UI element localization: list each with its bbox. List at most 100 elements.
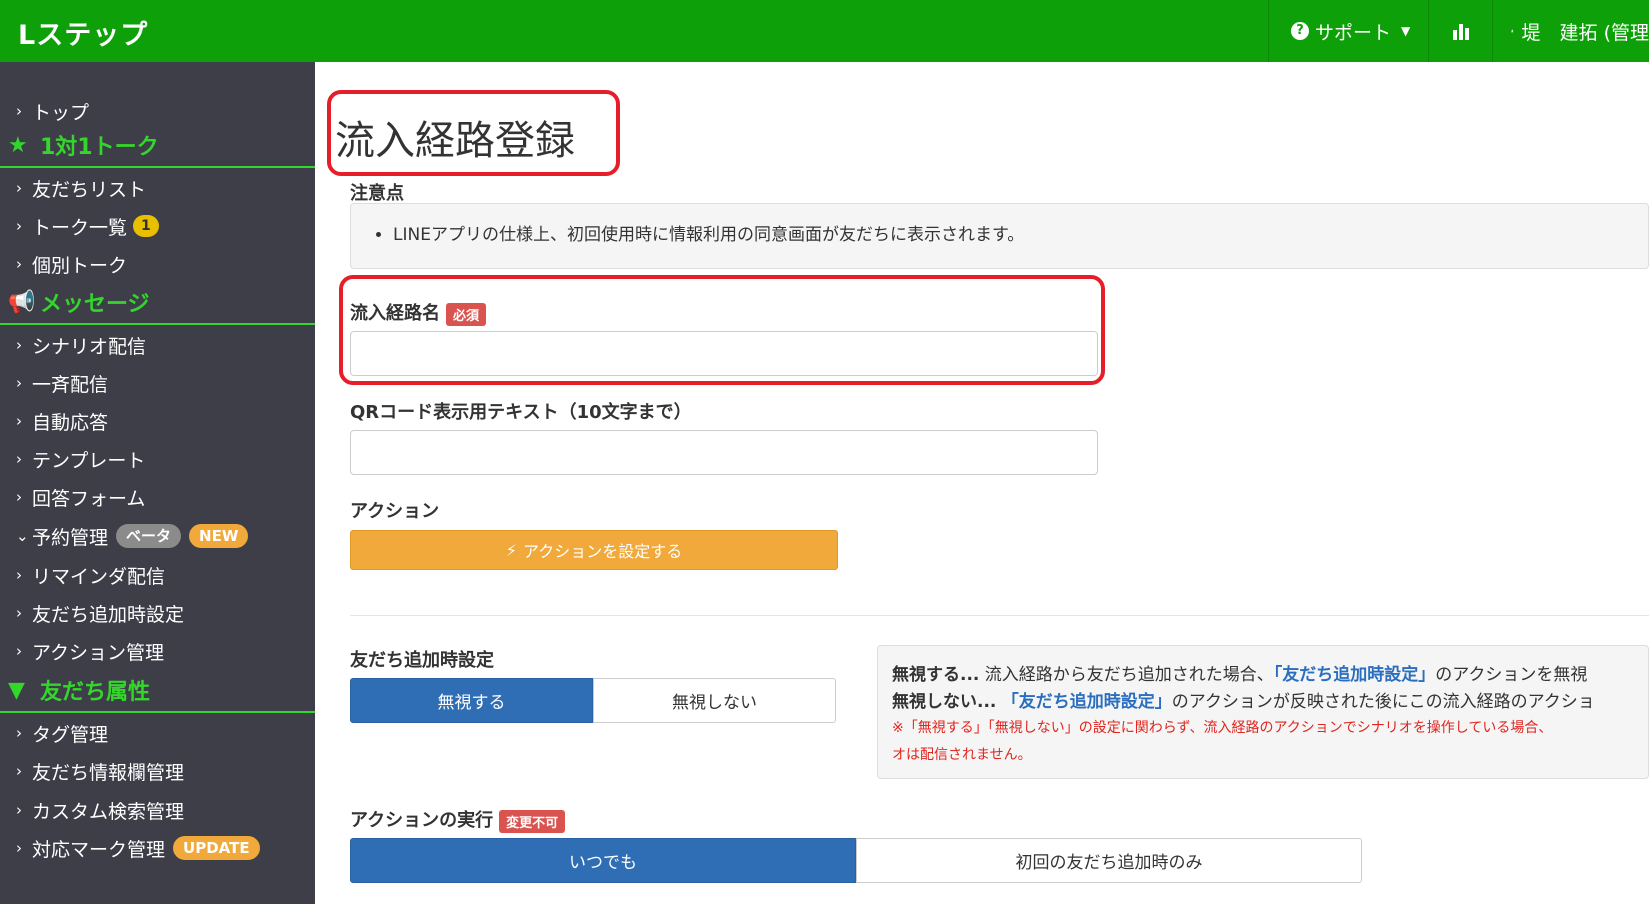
sidebar-item-action-mgmt[interactable]: › アクション管理 [16, 636, 164, 666]
user-name: 堤 建拓 (管理 [1521, 21, 1649, 44]
sidebar-item-label: タグ管理 [32, 723, 109, 746]
sidebar-item-friend-info-mgmt[interactable]: › 友だち情報欄管理 [16, 756, 184, 786]
sidebar-item-label: 友だち追加時設定 [32, 603, 185, 626]
chevron-right-icon: › [16, 801, 22, 819]
chevron-down-icon: ⌄ [16, 527, 29, 545]
qr-text-input[interactable] [350, 430, 1098, 475]
qr-text-label: QRコード表示用テキスト（10文字まで） [350, 402, 692, 423]
star-icon: ★ [8, 132, 28, 158]
sidebar-item-label: カスタム検索管理 [32, 800, 185, 823]
exec-first-only-toggle[interactable]: 初回の友だち追加時のみ [856, 838, 1362, 883]
sidebar-item-label: 個別トーク [32, 254, 128, 277]
sidebar-item-tag-mgmt[interactable]: › タグ管理 [16, 718, 108, 748]
question-icon: ? [1291, 22, 1309, 40]
sidebar-item-reservation[interactable]: ⌄ 予約管理 ベータ NEW [16, 521, 249, 551]
sidebar-section-label: 1対1トーク [40, 135, 159, 160]
stats-button[interactable] [1428, 0, 1492, 62]
sidebar-item-custom-search[interactable]: › カスタム検索管理 [16, 795, 184, 825]
unread-count-badge: 1 [133, 215, 159, 237]
chevron-right-icon: › [16, 566, 22, 584]
sidebar-item-label: 自動応答 [32, 411, 109, 434]
immutable-badge: 変更不可 [499, 809, 566, 833]
sidebar-section-talk: ★ 1対1トーク [0, 124, 315, 168]
chevron-right-icon: › [16, 604, 22, 622]
info-line-not-ignore: 無視しない... 「友だち追加時設定」のアクションが反映された後にこの流入経路の… [892, 687, 1595, 712]
caret-down-icon: ▼ [1401, 24, 1411, 38]
friend-add-settings-link[interactable]: 「友だち追加時設定」 [1274, 665, 1436, 685]
chevron-right-icon: › [16, 255, 22, 273]
sidebar-item-scenario[interactable]: › シナリオ配信 [16, 330, 146, 360]
chevron-right-icon: › [16, 450, 22, 468]
action-label: アクション [350, 501, 440, 522]
info-line-ignore: 無視する... 流入経路から友だち追加された場合、「友だち追加時設定」のアクショ… [892, 660, 1587, 685]
chevron-right-icon: › [16, 642, 22, 660]
info-text: 流入経路から友だち追加された場合、 [979, 665, 1274, 685]
route-name-label-text: 流入経路名 [350, 303, 440, 324]
sidebar-item-label: テンプレート [32, 449, 146, 472]
chevron-right-icon: › [16, 488, 22, 506]
sidebar-section-message: 📢 メッセージ [0, 281, 315, 325]
route-name-input[interactable] [350, 331, 1098, 376]
sidebar-item-broadcast[interactable]: › 一斉配信 [16, 368, 108, 398]
sidebar-item-reminder[interactable]: › リマインダ配信 [16, 560, 165, 590]
beta-badge: ベータ [116, 524, 182, 548]
sidebar-item-form[interactable]: › 回答フォーム [16, 482, 145, 512]
new-badge: NEW [189, 524, 249, 548]
chevron-right-icon: › [16, 102, 22, 120]
sidebar-item-label: 回答フォーム [32, 487, 146, 510]
update-badge: UPDATE [173, 836, 260, 860]
chevron-right-icon: › [16, 217, 22, 235]
chevron-right-icon: › [16, 336, 22, 354]
bolt-icon: ⚡ [505, 540, 518, 560]
info-head: 無視する... [892, 665, 980, 685]
sidebar-item-label: 友だち情報欄管理 [32, 761, 185, 784]
ignore-on-toggle[interactable]: 無視する [350, 678, 593, 723]
info-note-2: オは配信されません。 [892, 747, 1032, 763]
user-icon [1511, 29, 1514, 33]
sidebar-section-attributes: ▼ 友だち属性 [0, 669, 315, 713]
action-exec-label-text: アクションの実行 [350, 810, 494, 831]
support-menu[interactable]: ? サポート ▼ [1268, 0, 1428, 62]
sidebar-item-top[interactable]: › トップ [16, 96, 89, 126]
chevron-right-icon: › [16, 374, 22, 392]
sidebar-item-template[interactable]: › テンプレート [16, 444, 145, 474]
chevron-right-icon: › [16, 412, 22, 430]
megaphone-icon: 📢 [8, 289, 36, 315]
sidebar-item-label: 対応マーク管理 [32, 838, 166, 861]
sidebar-item-friends-list[interactable]: › 友だちリスト [16, 173, 146, 203]
sidebar-item-individual-talk[interactable]: › 個別トーク [16, 249, 127, 279]
sidebar-item-talk-list[interactable]: › トーク一覧 1 [16, 211, 159, 241]
sidebar-item-mark-mgmt[interactable]: › 対応マーク管理 UPDATE [16, 833, 260, 863]
bar-chart-icon [1452, 24, 1469, 40]
sidebar-item-label: 友だちリスト [32, 178, 147, 201]
sidebar-item-label: アクション管理 [32, 641, 165, 664]
chevron-right-icon: › [16, 724, 22, 742]
route-name-label: 流入経路名 必須 [350, 299, 487, 326]
set-action-button[interactable]: ⚡ アクションを設定する [350, 530, 838, 570]
sidebar-item-label: トーク一覧 [32, 216, 128, 239]
chevron-right-icon: › [16, 179, 22, 197]
friend-add-info-box: 無視する... 流入経路から友だち追加された場合、「友だち追加時設定」のアクショ… [877, 645, 1649, 779]
sidebar-item-label: トップ [32, 101, 90, 124]
sidebar-section-label: メッセージ [40, 292, 150, 317]
exec-always-toggle[interactable]: いつでも [350, 838, 856, 883]
info-head: 無視しない... [892, 692, 997, 712]
notice-box: LINEアプリの仕様上、初回使用時に情報利用の同意画面が友だちに表示されます。 [350, 203, 1649, 269]
sidebar-item-friend-add-settings[interactable]: › 友だち追加時設定 [16, 598, 184, 628]
ignore-off-toggle[interactable]: 無視しない [593, 678, 836, 723]
info-note-1: ※「無視する」「無視しない」の設定に関わらず、流入経路のアクションでシナリオを操… [892, 720, 1553, 736]
sidebar-item-label: リマインダ配信 [32, 565, 166, 588]
sidebar-section-label: 友だち属性 [40, 680, 151, 705]
sidebar-item-auto-reply[interactable]: › 自動応答 [16, 406, 108, 436]
notice-item: LINEアプリの仕様上、初回使用時に情報利用の同意画面が友だちに表示されます。 [393, 220, 1024, 245]
section-divider [350, 615, 1649, 616]
brand-logo[interactable]: Lステップ [18, 13, 148, 52]
page-title: 流入経路登録 [335, 118, 575, 164]
support-label: サポート [1315, 21, 1392, 44]
user-menu[interactable]: 堤 建拓 (管理 [1492, 0, 1649, 62]
sidebar-item-label: 予約管理 [32, 526, 109, 549]
friend-add-settings-link[interactable]: 「友だち追加時設定」 [1002, 692, 1172, 712]
notice-label: 注意点 [350, 183, 404, 204]
set-action-button-label: アクションを設定する [523, 542, 683, 561]
filter-icon: ▼ [8, 677, 25, 703]
